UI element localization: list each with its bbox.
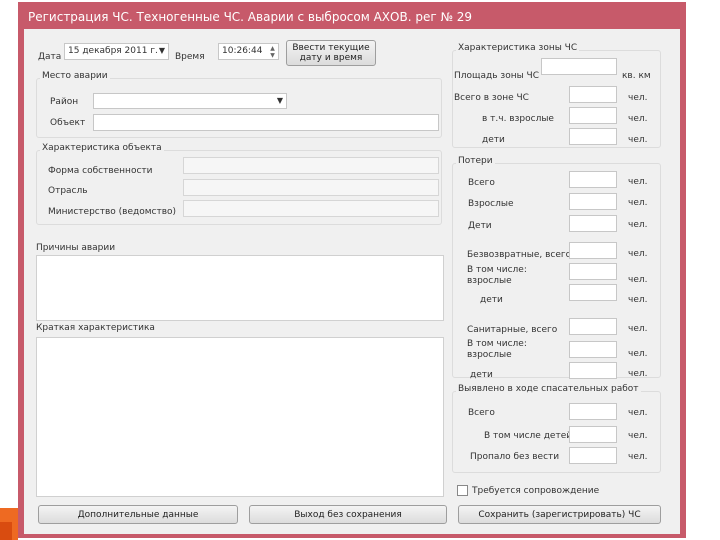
- object-label: Объект: [50, 118, 86, 128]
- ownership-field[interactable]: [183, 157, 439, 174]
- zone-children-label: дети: [482, 135, 505, 145]
- spinner-arrows-icon[interactable]: ▲ ▼: [268, 45, 277, 59]
- escort-checkbox-icon[interactable]: [457, 485, 468, 496]
- losses-children2-label: дети: [480, 295, 503, 305]
- rescue-missing-unit: чел.: [628, 452, 648, 462]
- losses-irrevocable-unit: чел.: [628, 249, 648, 259]
- rescue-title: Выявлено в ходе спасательных работ: [456, 384, 641, 394]
- rescue-children-input[interactable]: [569, 426, 617, 443]
- industry-label: Отрасль: [48, 186, 88, 196]
- zone-children-input[interactable]: [569, 128, 617, 145]
- zone-total-unit: чел.: [628, 93, 648, 103]
- industry-field[interactable]: [183, 179, 439, 196]
- chevron-down-icon[interactable]: ▼: [277, 96, 283, 105]
- rescue-total-unit: чел.: [628, 408, 648, 418]
- ministry-field[interactable]: [183, 200, 439, 217]
- zone-total-input[interactable]: [569, 86, 617, 103]
- losses-title: Потери: [456, 156, 495, 166]
- accident-place-title: Место аварии: [40, 71, 110, 81]
- decorative-corner-bar-dark: [0, 522, 12, 540]
- losses-irrevocable-label: Безвозвратные, всего: [467, 250, 572, 260]
- rescue-total-label: Всего: [468, 408, 495, 418]
- losses-sanitary-input[interactable]: [569, 318, 617, 335]
- ministry-label: Министерство (ведомство): [48, 207, 177, 217]
- losses-irrevocable-input[interactable]: [569, 242, 617, 259]
- losses-incl-adults2-input[interactable]: [569, 341, 617, 358]
- zone-title: Характеристика зоны ЧС: [456, 43, 580, 53]
- losses-sanitary-label: Санитарные, всего: [467, 325, 558, 335]
- rescue-missing-label: Пропало без вести: [470, 452, 560, 462]
- date-label: Дата: [38, 52, 62, 62]
- rescue-children-unit: чел.: [628, 431, 648, 441]
- zone-children-unit: чел.: [628, 135, 648, 145]
- set-current-datetime-button[interactable]: Ввести текущие дату и время: [286, 40, 376, 66]
- losses-children2-unit: чел.: [628, 295, 648, 305]
- zone-adults-input[interactable]: [569, 107, 617, 124]
- district-label: Район: [50, 97, 79, 107]
- rescue-total-input[interactable]: [569, 403, 617, 420]
- short-description-label: Краткая характеристика: [36, 323, 155, 333]
- losses-incl-adults-unit: чел.: [628, 275, 648, 285]
- causes-label: Причины аварии: [36, 243, 116, 253]
- losses-sanitary-unit: чел.: [628, 324, 648, 334]
- losses-children3-label: дети: [470, 370, 493, 380]
- date-picker[interactable]: 15 декабря 2011 г. ▼: [64, 43, 169, 60]
- district-select[interactable]: ▼: [93, 93, 287, 109]
- rescue-children-label: В том числе детей: [484, 431, 573, 441]
- chevron-down-icon[interactable]: ▼: [159, 46, 165, 55]
- save-register-button[interactable]: Сохранить (зарегистрировать) ЧС: [458, 505, 661, 524]
- ownership-label: Форма собственности: [48, 166, 153, 176]
- zone-area-input[interactable]: [541, 58, 617, 75]
- zone-adults-unit: чел.: [628, 114, 648, 124]
- losses-children-input[interactable]: [569, 215, 617, 232]
- losses-total-label: Всего: [468, 178, 495, 188]
- losses-incl-adults2-label: В том числе: взрослые: [467, 339, 527, 360]
- zone-area-unit: кв. км: [622, 71, 651, 81]
- date-value: 15 декабря 2011 г.: [68, 46, 158, 56]
- dialog-window: Регистрация ЧС. Техногенные ЧС. Аварии с…: [18, 2, 686, 538]
- escort-label[interactable]: Требуется сопровождение: [472, 486, 599, 496]
- losses-incl-adults-label: В том числе: взрослые: [467, 265, 527, 286]
- window-title: Регистрация ЧС. Техногенные ЧС. Аварии с…: [28, 10, 473, 24]
- losses-incl-adults2-unit: чел.: [628, 349, 648, 359]
- losses-incl-adults-input-2[interactable]: [569, 284, 617, 301]
- dialog-client-area: Дата 15 декабря 2011 г. ▼ Время 10:26:44…: [24, 29, 680, 534]
- zone-adults-label: в т.ч. взрослые: [482, 114, 554, 124]
- losses-children-unit: чел.: [628, 220, 648, 230]
- losses-adults-input[interactable]: [569, 193, 617, 210]
- losses-adults-unit: чел.: [628, 198, 648, 208]
- losses-total-unit: чел.: [628, 177, 648, 187]
- losses-incl-adults-input[interactable]: [569, 263, 617, 280]
- zone-area-label: Площадь зоны ЧС: [454, 71, 540, 81]
- object-input[interactable]: [93, 114, 439, 131]
- rescue-missing-input[interactable]: [569, 447, 617, 464]
- time-label: Время: [175, 52, 205, 62]
- time-spinner[interactable]: 10:26:44 ▲ ▼: [218, 43, 279, 60]
- losses-children-label: Дети: [468, 221, 492, 231]
- losses-adults-label: Взрослые: [468, 199, 514, 209]
- losses-total-input[interactable]: [569, 171, 617, 188]
- object-info-title: Характеристика объекта: [40, 143, 164, 153]
- exit-without-saving-button[interactable]: Выход без сохранения: [249, 505, 447, 524]
- zone-total-label: Всего в зоне ЧС: [454, 93, 529, 103]
- losses-children3-input[interactable]: [569, 362, 617, 379]
- time-value: 10:26:44: [222, 46, 263, 56]
- losses-children3-unit: чел.: [628, 369, 648, 379]
- additional-data-button[interactable]: Дополнительные данные: [38, 505, 238, 524]
- short-description-textarea[interactable]: [36, 337, 444, 497]
- causes-textarea[interactable]: [36, 255, 444, 321]
